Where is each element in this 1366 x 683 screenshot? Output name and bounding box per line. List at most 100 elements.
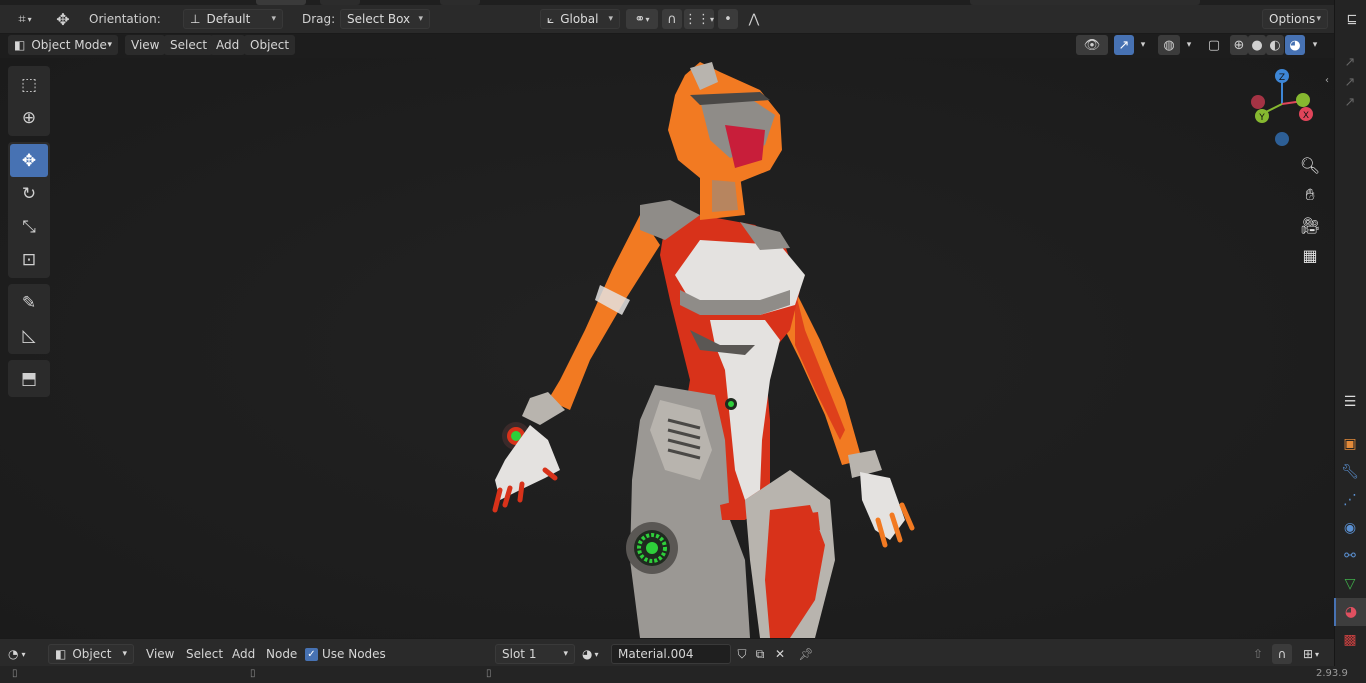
editor-type-button[interactable]: ⌗ ▾ [10,9,40,29]
chevron-down-icon[interactable]: ▾ [1180,35,1198,55]
shader-menu-node[interactable]: Node [266,644,297,664]
pivot-point-button[interactable]: ⚭ ▾ [626,9,658,29]
navigation-tools: 🔍︎ ✋︎ 🎥︎ ▦ [1296,150,1324,270]
workspace-tab[interactable] [970,0,1200,5]
rotate-icon[interactable]: ↻ [10,177,48,210]
chevron-down-icon: ▾ [418,14,423,24]
parent-node-tree-icon[interactable]: ⇧ [1248,644,1268,664]
duplicate-icon[interactable]: ⧉ [751,644,769,664]
editor-type-button[interactable]: ◔ ▾ [8,644,42,664]
scale-icon[interactable]: ⤡ [10,210,48,243]
chevron-down-icon[interactable]: ▾ [1134,35,1152,55]
visibility-button[interactable]: 👁 [1076,35,1108,55]
tool-group-transform: ✥ ↻ ⤡ ⊡ [8,142,50,278]
options-dropdown[interactable]: Options ▾ [1262,9,1328,29]
mouse-left-icon: ▯ [12,668,18,679]
material-name-field[interactable]: Material.004 [611,644,731,664]
browse-material-button[interactable]: ◕ ▾ [582,644,610,664]
zoom-icon[interactable]: 🔍︎ [1296,150,1324,180]
pivot-icon: ⚭ [634,11,646,27]
mesh-data-icon[interactable]: ▽ [1334,570,1366,598]
tool-settings-icon[interactable]: ↗ [1338,72,1362,92]
shading-solid[interactable]: ● [1248,35,1266,55]
modifier-wrench-icon[interactable]: 🔧︎ [1334,458,1366,486]
shader-menu-select[interactable]: Select [186,644,223,664]
overlays-toggle[interactable]: ◍ [1158,35,1180,55]
annotate-icon[interactable]: ✎ [10,286,48,319]
proportional-edit-toggle[interactable]: • [718,9,738,29]
3d-viewport[interactable] [0,58,1334,638]
gizmo-x-neg-axis[interactable] [1251,95,1265,109]
navigation-gizmo[interactable]: Z X Y [1240,64,1320,148]
snap-toggle[interactable]: ∩ [662,9,682,29]
sidebar-toggle-icon[interactable]: ‹ [1320,70,1334,90]
chevron-down-icon[interactable]: ▾ [1306,35,1324,55]
chevron-down-icon: ▾ [107,40,112,50]
shading-rendered[interactable]: ◕ [1285,35,1305,55]
shader-menu-view[interactable]: View [146,644,174,664]
constraints-icon[interactable]: ⚯ [1334,542,1366,570]
shader-type-dropdown[interactable]: ◧ Object ▾ [48,644,134,664]
snap-target-button[interactable]: ⋮⋮ ▾ [684,9,714,29]
xray-toggle[interactable]: ▢ [1204,35,1224,55]
material-sphere-icon: ◕ [582,647,593,661]
slot-dropdown[interactable]: Slot 1 ▾ [495,644,575,664]
texture-checker-icon[interactable]: ▩ [1334,626,1366,654]
tool-settings-icon[interactable]: ↗ [1338,52,1362,72]
gizmo-y-neg-axis[interactable] [1296,93,1310,107]
move-icon[interactable]: ✥ [10,144,48,177]
tool-settings-icon[interactable]: ↗ [1338,92,1362,112]
workspace-tab[interactable] [320,0,360,5]
menu-select[interactable]: Select [164,35,214,55]
drag-dropdown[interactable]: Select Box ▾ [340,9,430,29]
workspace-tab[interactable] [440,0,480,5]
grid-icon: ⌗ [18,11,26,27]
menu-add[interactable]: Add [210,35,246,55]
dot-icon: • [724,11,732,27]
particles-icon[interactable]: ⋰ [1334,486,1366,514]
object-properties-icon[interactable]: ▣ [1334,430,1366,458]
select-box-icon[interactable]: ⬚ [10,68,48,101]
gizmo-z-neg-axis[interactable] [1275,132,1289,146]
fake-user-shield-icon[interactable]: ⛉ [733,644,751,664]
gizmo-y-label: Y [1258,113,1265,123]
pin-icon[interactable]: 📌︎ [797,644,815,664]
snap-grid-icon: ⊞ [1302,647,1314,661]
close-icon[interactable]: ✕ [771,644,789,664]
workspace-tab[interactable] [256,0,306,5]
camera-icon[interactable]: 🎥︎ [1296,210,1324,240]
measure-icon[interactable]: ◺ [10,319,48,352]
transform-icon[interactable]: ⊡ [10,243,48,276]
hand-icon[interactable]: ✋︎ [1296,180,1324,210]
mode-dropdown[interactable]: ◧ Object Mode ▾ [8,35,118,55]
tool-properties-icon[interactable]: ☰ [1334,388,1366,416]
gizmo-icon: ↗ [1118,37,1130,53]
cursor-icon[interactable]: ⊕ [10,101,48,134]
rendered-sphere-icon: ◕ [1289,37,1301,53]
snap-type-button[interactable]: ⊞ ▾ [1296,644,1326,664]
material-icon[interactable]: ◕ [1334,598,1366,626]
orientation-dropdown[interactable]: ⊥ Default ▾ [183,9,283,29]
chevron-down-icon: ▾ [122,649,127,659]
falloff-button[interactable]: ⋀ [740,9,768,29]
transform-space-dropdown[interactable]: ⟀ Global ▾ [540,9,620,29]
overlays-icon: ◍ [1163,37,1175,53]
gizmo-z-label: Z [1279,73,1285,83]
use-nodes-checkbox[interactable]: ✓ Use Nodes [305,644,386,664]
snap-icon: ⋮⋮ [684,11,710,27]
transform-gizmo-icon[interactable]: ✥ [50,9,76,29]
outliner-icon[interactable]: ⊑ [1340,9,1364,29]
shader-menu-add[interactable]: Add [232,644,255,664]
solid-sphere-icon: ● [1251,37,1263,53]
shading-material[interactable]: ◐ [1266,35,1284,55]
shading-wireframe[interactable]: ⊕ [1230,35,1248,55]
snap-magnet-icon[interactable]: ∩ [1272,644,1292,664]
add-cube-icon[interactable]: ⬒ [10,362,48,395]
tool-group-annotate: ✎ ◺ [8,284,50,354]
menu-view[interactable]: View [125,35,166,55]
mouse-middle-icon: ▯ [250,668,256,679]
physics-icon[interactable]: ◉ [1334,514,1366,542]
ortho-grid-icon[interactable]: ▦ [1296,240,1324,270]
menu-object[interactable]: Object [244,35,296,55]
gizmo-toggle[interactable]: ↗ [1114,35,1134,55]
